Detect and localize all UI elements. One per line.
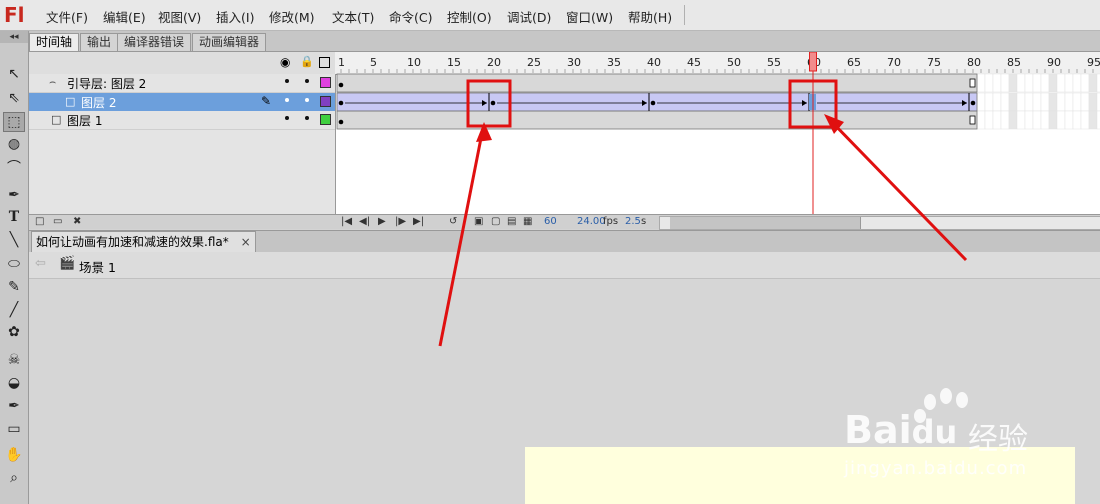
annotation-arrow-left bbox=[438, 127, 485, 347]
highlight-box-frame-20 bbox=[466, 79, 512, 128]
annotation-overlay bbox=[438, 79, 968, 347]
annotation-arrow-right bbox=[828, 118, 968, 262]
